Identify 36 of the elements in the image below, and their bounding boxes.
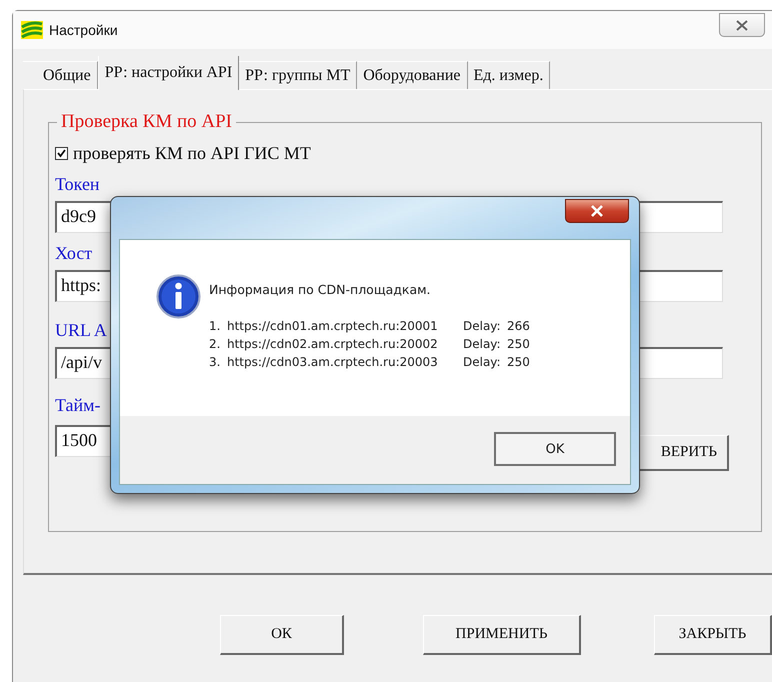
tab[interactable]: Ед. измер. [468, 61, 550, 89]
close-button[interactable] [719, 13, 765, 37]
check-icon [57, 149, 66, 158]
field-label: Токен [55, 174, 100, 196]
cdn-url: https://cdn01.am.crptech.ru:20001 [227, 318, 439, 335]
list-number: 2. [209, 336, 222, 353]
close-icon [736, 20, 748, 30]
dialog-button[interactable]: ОК [220, 615, 344, 655]
dialog-button[interactable]: ПРИМЕНИТЬ [423, 615, 581, 655]
field-label: Хост [55, 243, 92, 265]
tab[interactable]: РР: группы МТ [239, 61, 358, 89]
delay-value: 250 [507, 354, 530, 371]
cdn-url: https://cdn02.am.crptech.ru:20002 [227, 336, 439, 353]
list-number: 3. [209, 354, 222, 371]
checkbox-label: проверять КМ по API ГИС МТ [73, 143, 311, 164]
close-button[interactable] [565, 199, 629, 223]
delay-value: 250 [507, 336, 530, 353]
app-logo-icon [21, 21, 43, 39]
cdn-url: https://cdn03.am.crptech.ru:20003 [227, 354, 439, 371]
tab[interactable]: Общие [23, 61, 98, 89]
delay-label: Delay: [463, 354, 502, 371]
close-icon [590, 205, 604, 217]
dialog-message: Информация по CDN-площадкам. [209, 282, 432, 297]
ok-button[interactable]: OK [494, 432, 616, 466]
delay-label: Delay: [463, 318, 502, 335]
field-label: URL A [55, 320, 107, 342]
checkbox[interactable] [55, 147, 68, 160]
delay-value: 266 [507, 318, 530, 335]
dialog-button[interactable]: ЗАКРЫТЬ [654, 615, 772, 655]
tab[interactable]: Оборудование [357, 61, 468, 89]
info-icon [156, 274, 201, 319]
tab[interactable]: РР: настройки API [98, 56, 240, 90]
delay-label: Delay: [463, 336, 502, 353]
field-label: Тайм- [55, 395, 101, 417]
list-number: 1. [209, 318, 222, 335]
window-title: Настройки [49, 22, 118, 38]
